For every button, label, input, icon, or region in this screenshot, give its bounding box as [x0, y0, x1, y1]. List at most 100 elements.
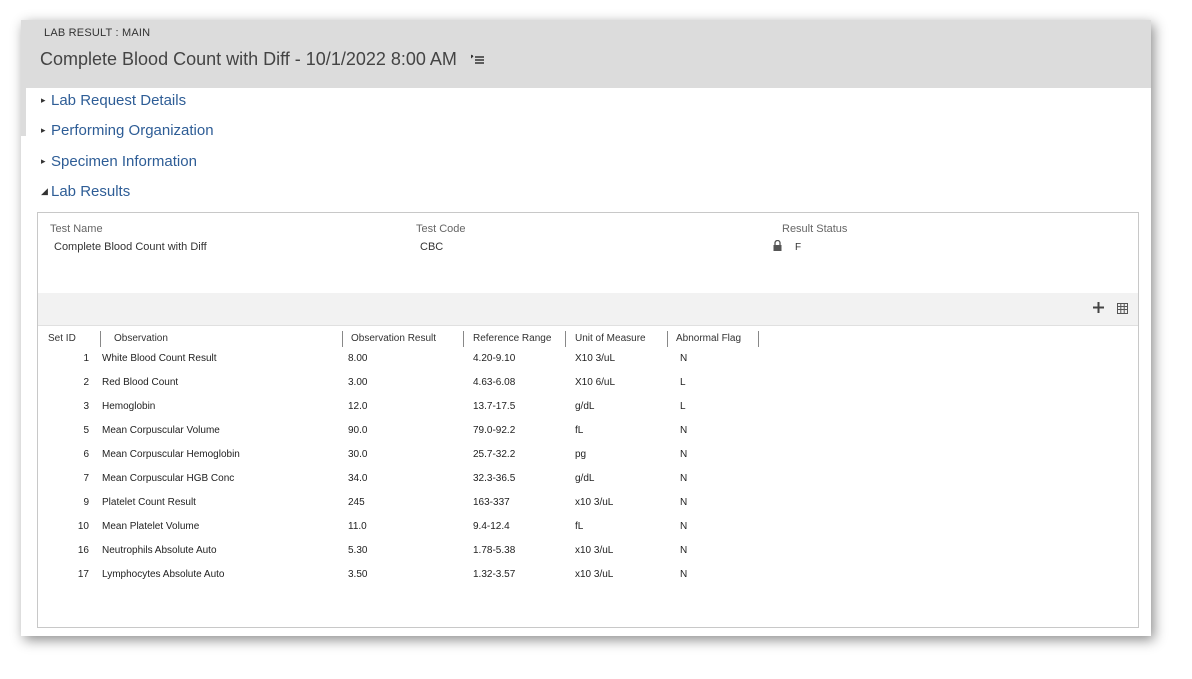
table-row[interactable]: 5 Mean Corpuscular Volume 90.0 79.0-92.2 fL N	[38, 419, 1138, 443]
section-label: Lab Request Details	[51, 91, 187, 109]
cell-observation: Mean Corpuscular Volume	[102, 425, 220, 436]
column-separator	[667, 331, 668, 347]
cell-observation-result: 245	[348, 497, 365, 508]
cell-observation-result: 12.0	[348, 401, 368, 412]
cell-observation: Lymphocytes Absolute Auto	[102, 569, 225, 580]
test-name-value: Complete Blood Count with Diff	[54, 241, 207, 253]
list-menu-icon[interactable]	[471, 53, 485, 67]
cell-abnormal-flag: N	[680, 521, 688, 532]
table-row[interactable]: 1 White Blood Count Result 8.00 4.20-9.10 X1…	[38, 347, 1138, 371]
table-row[interactable]: 3 Hemoglobin 12.0 13.7-17.5 g/dL L	[38, 395, 1138, 419]
column-separator	[100, 331, 101, 347]
column-separator	[342, 331, 343, 347]
table-row[interactable]: 2 Red Blood Count 3.00 4.63-6.08 X10 6/uL L	[38, 371, 1138, 395]
section-specimen-information[interactable]: ▸ Specimen Information	[41, 149, 197, 173]
cell-abnormal-flag: N	[680, 569, 688, 580]
cell-abnormal-flag: N	[680, 449, 688, 460]
grid-toolbar	[38, 293, 1138, 326]
lock-icon	[773, 240, 782, 251]
cell-unit-of-measure: x10 3/uL	[575, 497, 614, 508]
cell-unit-of-measure: fL	[575, 425, 584, 436]
cell-observation: Red Blood Count	[102, 377, 179, 388]
cell-abnormal-flag: N	[680, 353, 688, 364]
cell-set-id: 16	[77, 545, 89, 556]
column-header-abnormal-flag[interactable]: Abnormal Flag	[676, 333, 741, 347]
table-row[interactable]: 10 Mean Platelet Volume 11.0 9.4-12.4 fL N	[38, 515, 1138, 539]
column-header-unit-of-measure[interactable]: Unit of Measure	[575, 333, 646, 347]
cell-observation: Mean Platelet Volume	[102, 521, 200, 532]
cell-abnormal-flag: N	[680, 473, 688, 484]
caret-right-icon: ▸	[41, 124, 46, 135]
result-status-value: F	[795, 242, 802, 253]
cell-unit-of-measure: fL	[575, 521, 584, 532]
cell-unit-of-measure: g/dL	[575, 401, 595, 412]
cell-abnormal-flag: N	[680, 425, 688, 436]
cell-reference-range: 1.32-3.57	[473, 569, 516, 580]
cell-observation: Hemoglobin	[102, 401, 156, 412]
test-code-value: CBC	[420, 241, 444, 253]
column-header-observation-result[interactable]: Observation Result	[351, 333, 436, 347]
cell-abnormal-flag: N	[680, 545, 688, 556]
cell-set-id: 3	[83, 401, 89, 412]
cell-abnormal-flag: N	[680, 497, 688, 508]
cell-abnormal-flag: L	[680, 377, 686, 388]
cell-unit-of-measure: X10 6/uL	[575, 377, 616, 388]
column-header-set-id[interactable]: Set ID	[48, 333, 76, 347]
cell-observation-result: 8.00	[348, 353, 368, 364]
cell-observation: Mean Corpuscular Hemoglobin	[102, 449, 240, 460]
caret-right-icon: ▸	[41, 155, 46, 166]
cell-unit-of-measure: x10 3/uL	[575, 569, 614, 580]
cell-set-id: 1	[83, 353, 89, 364]
test-code-label: Test Code	[416, 223, 466, 235]
table-row[interactable]: 7 Mean Corpuscular HGB Conc 34.0 32.3-36.5 g…	[38, 467, 1138, 491]
cell-observation: Mean Corpuscular HGB Conc	[102, 473, 235, 484]
cell-unit-of-measure: X10 3/uL	[575, 353, 616, 364]
column-separator	[463, 331, 464, 347]
cell-reference-range: 79.0-92.2	[473, 425, 516, 436]
cell-observation: Neutrophils Absolute Auto	[102, 545, 217, 556]
section-lab-request-details[interactable]: ▸ Lab Request Details	[41, 88, 186, 112]
caret-down-icon: ◢	[41, 185, 48, 196]
cell-reference-range: 4.20-9.10	[473, 353, 516, 364]
cell-observation-result: 90.0	[348, 425, 368, 436]
cell-set-id: 17	[77, 569, 89, 580]
cell-observation: Platelet Count Result	[102, 497, 196, 508]
section-lab-results[interactable]: ◢ Lab Results	[41, 179, 130, 203]
column-separator	[758, 331, 759, 347]
column-header-observation[interactable]: Observation	[114, 333, 168, 347]
cell-set-id: 2	[83, 377, 89, 388]
form-header: LAB RESULT : MAIN Complete Blood Count w…	[21, 20, 1151, 88]
section-label: Specimen Information	[51, 152, 197, 170]
table-row[interactable]: 9 Platelet Count Result 245 163-337 x10 3/uL…	[38, 491, 1138, 515]
cell-reference-range: 25.7-32.2	[473, 449, 516, 460]
test-name-label: Test Name	[50, 223, 103, 235]
cell-unit-of-measure: pg	[575, 449, 587, 460]
result-status-label: Result Status	[782, 223, 848, 235]
cell-reference-range: 163-337	[473, 497, 510, 508]
section-label: Lab Results	[51, 182, 131, 200]
cell-reference-range: 1.78-5.38	[473, 545, 516, 556]
record-title: Complete Blood Count with Diff - 10/1/20…	[40, 49, 457, 69]
column-header-reference-range[interactable]: Reference Range	[473, 333, 551, 347]
table-row[interactable]: 6 Mean Corpuscular Hemoglobin 30.0 25.7-32.…	[38, 443, 1138, 467]
entity-label: LAB RESULT : MAIN	[44, 27, 151, 39]
cell-unit-of-measure: x10 3/uL	[575, 545, 614, 556]
grid-icon[interactable]	[1117, 303, 1128, 314]
left-edge-bar	[21, 88, 26, 136]
cell-set-id: 6	[83, 449, 89, 460]
column-separator	[565, 331, 566, 347]
cell-reference-range: 13.7-17.5	[473, 401, 516, 412]
cell-reference-range: 9.4-12.4	[473, 521, 510, 532]
cell-reference-range: 32.3-36.5	[473, 473, 516, 484]
cell-set-id: 7	[83, 473, 89, 484]
table-row[interactable]: 16 Neutrophils Absolute Auto 5.30 1.78-5.38…	[38, 539, 1138, 563]
cell-observation-result: 11.0	[348, 521, 367, 532]
plus-icon[interactable]	[1092, 301, 1105, 314]
lab-results-panel: Test Name Complete Blood Count with Diff…	[37, 212, 1139, 628]
section-label: Performing Organization	[51, 121, 214, 139]
cell-observation-result: 34.0	[348, 473, 368, 484]
cell-observation-result: 5.30	[348, 545, 368, 556]
section-performing-organization[interactable]: ▸ Performing Organization	[41, 118, 214, 142]
table-row[interactable]: 17 Lymphocytes Absolute Auto 3.50 1.32-3.57…	[38, 563, 1138, 587]
caret-right-icon: ▸	[41, 94, 46, 105]
